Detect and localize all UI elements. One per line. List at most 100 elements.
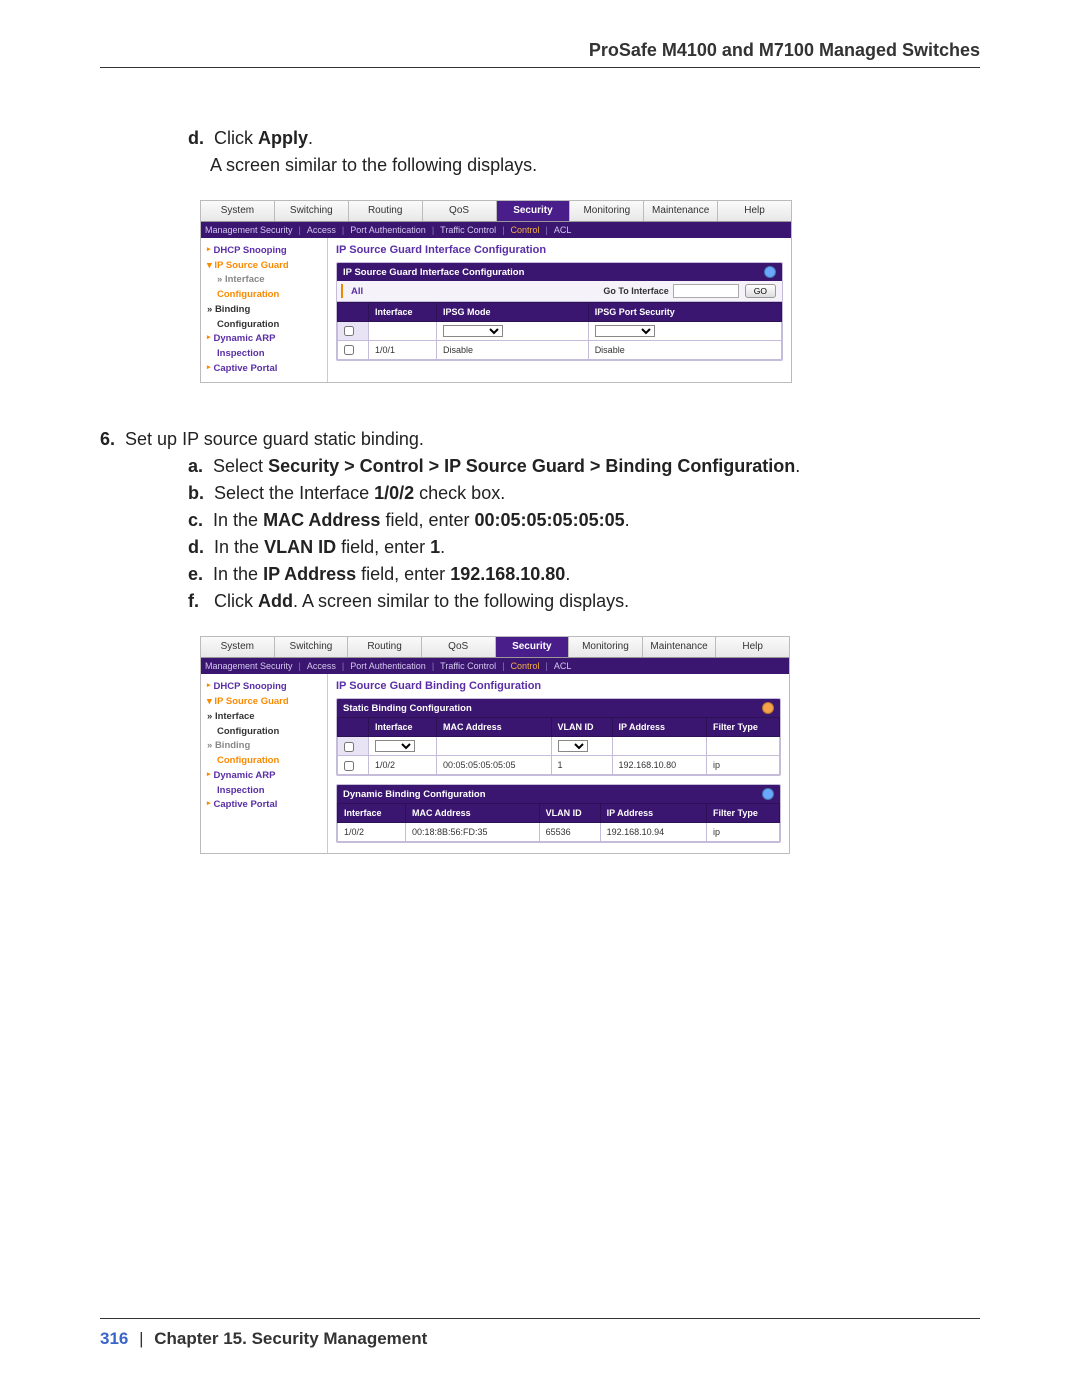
page-number: 316 [100,1329,128,1348]
interface-select[interactable] [375,740,415,752]
col-ip: IP Address [612,718,706,737]
filter-all[interactable]: All [347,286,363,297]
sidebar-inspection[interactable]: Inspection [217,784,323,799]
tab-security[interactable]: Security [497,201,571,221]
sidebar-ip-source-guard[interactable]: ▾ IP Source Guard [207,695,323,710]
cell-vlan: 1 [551,756,612,775]
tab-maintenance[interactable]: Maintenance [643,637,717,657]
tab-help[interactable]: Help [716,637,789,657]
help-icon[interactable] [764,266,776,278]
subnav-traffic[interactable]: Traffic Control [440,225,496,235]
sidebar-dynamic-arp[interactable]: ▸Dynamic ARP [207,332,323,347]
sidebar-interface-config[interactable]: Configuration [217,288,323,303]
sub-nav: Management Security| Access| Port Authen… [201,222,791,238]
subnav-control[interactable]: Control [511,661,540,671]
tab-security[interactable]: Security [496,637,570,657]
interface-config-table: Interface IPSG Mode IPSG Port Security 1… [337,302,782,360]
sidebar-binding-config[interactable]: Configuration [217,754,323,769]
tab-monitoring[interactable]: Monitoring [569,637,643,657]
go-button[interactable]: GO [745,284,776,298]
sidebar-binding[interactable]: » Binding [207,303,323,318]
subnav-portauth[interactable]: Port Authentication [350,661,426,671]
sidebar-binding-config[interactable]: Configuration [217,318,323,333]
step-6d: d. In the VLAN ID field, enter 1. [188,537,980,558]
tab-help[interactable]: Help [718,201,791,221]
col-ipsg-port: IPSG Port Security [588,303,781,322]
subnav-control[interactable]: Control [511,225,540,235]
sidebar-ip-source-guard[interactable]: ▾ IP Source Guard [207,259,323,274]
step-6e: e. In the IP Address field, enter 192.16… [188,564,980,585]
panel-title: IP Source Guard Interface Configuration [336,244,783,256]
help-icon[interactable] [762,788,774,800]
sidebar-dynamic-arp[interactable]: ▸Dynamic ARP [207,769,323,784]
top-tabs: System Switching Routing QoS Security Mo… [201,201,791,222]
step-6: 6. Set up IP source guard static binding… [100,429,980,450]
col-ip: IP Address [600,804,706,823]
cell-vlan: 65536 [539,823,600,842]
row-checkbox[interactable] [344,345,354,355]
tab-routing[interactable]: Routing [348,637,422,657]
step-6f: f. Click Add. A screen similar to the fo… [188,591,980,612]
tab-maintenance[interactable]: Maintenance [644,201,718,221]
tab-qos[interactable]: QoS [423,201,497,221]
sub-nav-2: Management Security| Access| Port Authen… [201,658,789,674]
col-ipsg-mode: IPSG Mode [437,303,589,322]
dynamic-binding-header: Dynamic Binding Configuration [337,785,780,803]
col-interface: Interface [369,303,437,322]
sidebar-captive-portal[interactable]: ▸Captive Portal [207,362,323,377]
tab-switching[interactable]: Switching [275,637,349,657]
page-footer: 316 | Chapter 15. Security Management [100,1318,980,1349]
help-icon[interactable] [762,702,774,714]
cell-filter: ip [707,823,780,842]
row-checkbox[interactable] [344,761,354,771]
cell-ipsg-mode: Disable [437,341,589,360]
subnav-traffic[interactable]: Traffic Control [440,661,496,671]
subnav-access[interactable]: Access [307,661,336,671]
sidebar-2: ▸DHCP Snooping ▾ IP Source Guard » Inter… [201,674,328,853]
divider-icon [341,284,343,298]
subnav-access[interactable]: Access [307,225,336,235]
tab-system[interactable]: System [201,201,275,221]
step-d: d. Click Apply. [188,128,980,149]
dynamic-binding-table: Interface MAC Address VLAN ID IP Address… [337,803,780,842]
ipsg-mode-select[interactable] [443,325,503,337]
screenshot-ipsg-binding-config: System Switching Routing QoS Security Mo… [200,636,790,854]
tab-system[interactable]: System [201,637,275,657]
sidebar-binding[interactable]: » Binding [207,739,323,754]
sidebar: ▸DHCP Snooping ▾ IP Source Guard » Inter… [201,238,328,382]
step-6a: a. Select Security > Control > IP Source… [188,456,980,477]
sidebar-dhcp-snooping[interactable]: ▸DHCP Snooping [207,680,323,695]
tab-qos[interactable]: QoS [422,637,496,657]
col-mac: MAC Address [406,804,540,823]
goto-interface-input[interactable] [673,284,739,298]
group-header: IP Source Guard Interface Configuration [337,263,782,281]
sidebar-inspection[interactable]: Inspection [217,347,323,362]
ipsg-port-select[interactable] [595,325,655,337]
step-6b: b. Select the Interface 1/0/2 check box. [188,483,980,504]
tab-switching[interactable]: Switching [275,201,349,221]
sidebar-interface[interactable]: » Interface [207,710,323,725]
top-tabs-2: System Switching Routing QoS Security Mo… [201,637,789,658]
chapter-title: Chapter 15. Security Management [154,1329,427,1348]
select-all-checkbox[interactable] [344,742,354,752]
col-filter: Filter Type [707,718,780,737]
cell-ipsg-port: Disable [588,341,781,360]
sidebar-dhcp-snooping[interactable]: ▸DHCP Snooping [207,244,323,259]
subnav-acl[interactable]: ACL [554,225,572,235]
tab-routing[interactable]: Routing [349,201,423,221]
col-mac: MAC Address [437,718,552,737]
select-all-checkbox[interactable] [344,326,354,336]
subnav-portauth[interactable]: Port Authentication [350,225,426,235]
sidebar-interface[interactable]: » Interface [217,273,323,288]
col-interface: Interface [338,804,406,823]
subnav-acl[interactable]: ACL [554,661,572,671]
vlan-select[interactable] [558,740,588,752]
subnav-mgmtsec[interactable]: Management Security [205,225,293,235]
static-binding-header: Static Binding Configuration [337,699,780,717]
col-interface: Interface [369,718,437,737]
subnav-mgmtsec[interactable]: Management Security [205,661,293,671]
sidebar-interface-config[interactable]: Configuration [217,725,323,740]
tab-monitoring[interactable]: Monitoring [570,201,644,221]
sidebar-captive-portal[interactable]: ▸Captive Portal [207,798,323,813]
screenshot-ipsg-interface-config: System Switching Routing QoS Security Mo… [200,200,792,383]
